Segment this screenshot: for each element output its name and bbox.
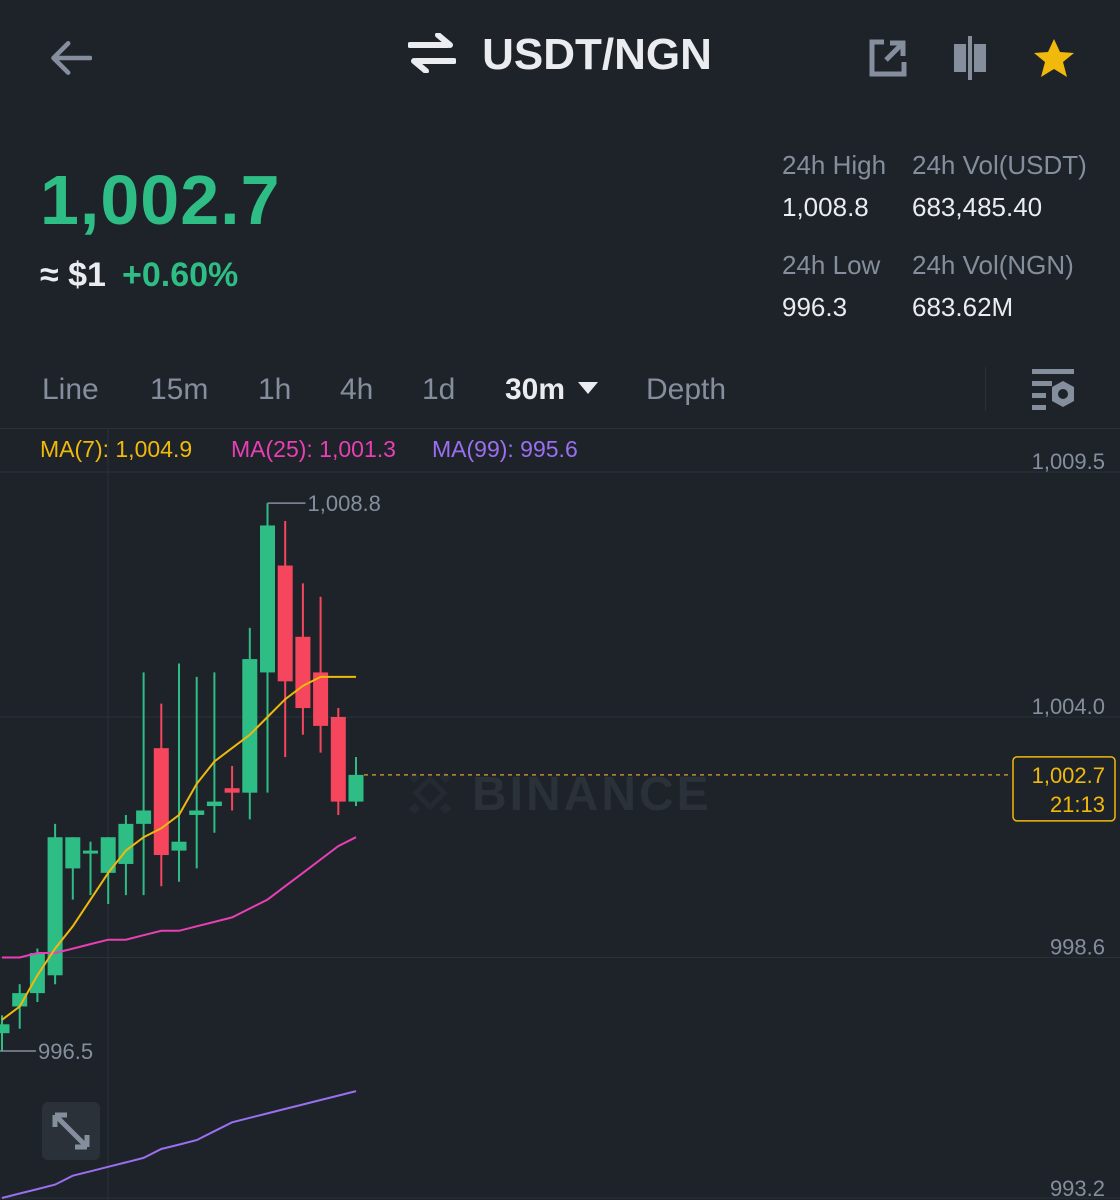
candle [171,663,187,882]
high-value: 1,008.8 [782,192,869,222]
tab-30m-label: 30m [505,373,566,406]
candle [29,948,45,1003]
candle-body [189,810,205,815]
candle-body [12,993,28,1007]
chevron-down-icon [578,382,599,394]
candle [224,765,240,811]
candle-body [277,565,293,682]
current-price-box [1012,756,1116,822]
candle [313,596,329,753]
ma7-legend: MA(7): 1,004.9 [40,436,193,462]
ma7-line [1,675,356,1021]
candle [65,837,81,900]
tab-depth[interactable]: Depth [646,373,726,407]
tabs-divider [0,428,1120,429]
candle [277,520,293,758]
candle-body [29,953,45,994]
candle [295,583,311,735]
pair-name: USDT/NGN [482,30,712,79]
vol-ngn-label: 24h Vol(NGN) [912,250,1074,280]
fullscreen-icon[interactable] [42,1102,100,1160]
candle-body [330,716,346,802]
ma25-line [2,836,357,959]
tab-1d[interactable]: 1d [422,373,455,407]
candle-body [65,837,81,869]
high-label: 24h High [782,150,887,180]
low-label: 24h Low [782,250,881,280]
svg-text:BINANCE: BINANCE [472,768,712,821]
candle-body [224,788,240,793]
candle-body [153,748,169,856]
candle-body [313,672,329,726]
candle-body [206,801,222,807]
last-price: 1,002.7 [40,161,281,239]
candle-body [136,810,152,824]
candle [0,1015,10,1052]
candle [206,672,222,833]
high-marker-label: 1,008.8 [308,491,381,516]
tab-line[interactable]: Line [42,373,99,407]
candle [100,837,116,905]
y-tick-label: 1,004.0 [1032,694,1105,719]
chart-settings-icon[interactable] [1030,367,1076,416]
candle-body [0,1024,10,1034]
candle-body [260,525,275,673]
ma25-legend: MA(25): 1,001.3 [231,436,396,462]
candle [136,672,152,896]
star-icon[interactable] [1032,36,1076,80]
share-icon[interactable] [866,36,910,80]
vol-usdt-label: 24h Vol(USDT) [912,150,1087,180]
candle [83,841,98,896]
interval-tabs: Line 15m 1h 4h 1d 30m Depth [0,355,1120,427]
candle [153,703,169,887]
tab-30m[interactable]: 30m [505,373,599,407]
vol-usdt-value: 683,485.40 [912,192,1043,222]
price-change: +0.60% [122,256,239,294]
candlestick-icon[interactable] [948,36,992,80]
top-bar: USDT/NGN [0,0,1120,120]
vol-ngn-value: 683.62M [912,292,1014,322]
candle [348,757,364,807]
candle [12,984,28,1029]
tab-separator [985,367,986,411]
low-marker-label: 996.5 [38,1039,93,1064]
candle-body [100,837,116,873]
candle-body [83,850,98,854]
candle-body [118,823,134,864]
candle-body [242,659,258,793]
ma99-legend: MA(99): 995.6 [432,436,578,462]
candle [47,823,63,985]
binance-watermark: BINANCE [408,768,712,821]
swap-icon [407,32,458,74]
current-price-label: 1,002.7 [1032,763,1105,788]
candle [189,676,205,869]
low-value: 996.3 [782,292,848,322]
y-tick-label: 1,009.5 [1032,449,1105,474]
candle-body [171,841,187,851]
candle [330,708,346,815]
candle-body [348,774,364,802]
candle-body [47,837,63,976]
usd-equivalent: ≈ $1 [40,256,106,294]
y-tick-label: 993.2 [1050,1176,1105,1200]
candle [118,814,134,896]
candle [242,627,258,820]
tab-4h[interactable]: 4h [340,373,373,407]
tab-15m[interactable]: 15m [150,373,208,407]
countdown-label: 21:13 [1050,792,1105,817]
tab-1h[interactable]: 1h [258,373,291,407]
y-tick-label: 998.6 [1050,934,1105,959]
candle-body [295,636,311,709]
candle [260,503,275,793]
